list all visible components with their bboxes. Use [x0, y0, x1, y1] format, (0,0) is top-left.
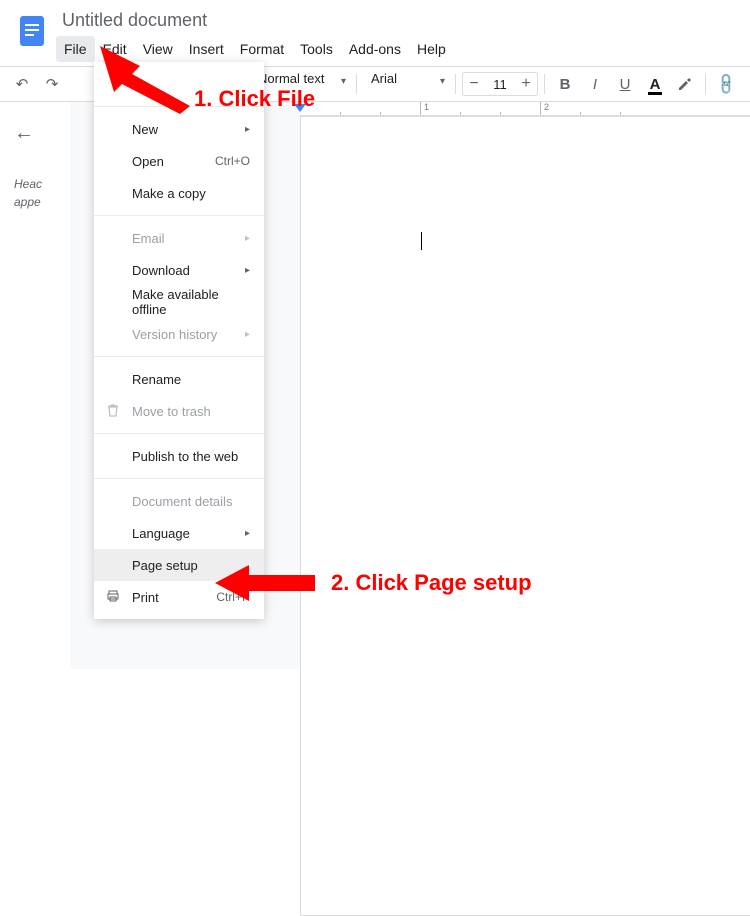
- menu-document-details: Document details: [94, 485, 264, 517]
- annotation-1: 1. Click File: [100, 46, 315, 116]
- outline-placeholder: Heac appe: [14, 175, 62, 211]
- file-menu-dropdown: Sl New▸ OpenCtrl+O Make a copy Email▸ Do…: [94, 62, 264, 619]
- print-icon: [106, 589, 120, 607]
- underline-button[interactable]: U: [611, 70, 639, 98]
- menu-separator: [94, 433, 264, 434]
- document-page[interactable]: [300, 116, 750, 916]
- text-cursor: [421, 232, 422, 250]
- toolbar-separator: [455, 74, 456, 94]
- menu-open[interactable]: OpenCtrl+O: [94, 145, 264, 177]
- menu-version-history: Version history▸: [94, 318, 264, 350]
- menu-make-copy[interactable]: Make a copy: [94, 177, 264, 209]
- font-select[interactable]: Arial: [363, 71, 449, 97]
- menu-download[interactable]: Download▸: [94, 254, 264, 286]
- font-size-input[interactable]: [485, 73, 515, 95]
- trash-icon: [106, 403, 120, 421]
- menu-new[interactable]: New▸: [94, 113, 264, 145]
- undo-button[interactable]: ↶: [8, 70, 36, 98]
- doc-title[interactable]: Untitled document: [56, 8, 454, 33]
- menu-offline[interactable]: Make available offline: [94, 286, 264, 318]
- highlight-button[interactable]: [671, 70, 699, 98]
- outline-panel: ← Heac appe: [0, 102, 70, 669]
- bold-button[interactable]: B: [551, 70, 579, 98]
- toolbar-separator: [356, 74, 357, 94]
- annotation-text: 1. Click File: [194, 86, 315, 112]
- annotation-text: 2. Click Page setup: [331, 570, 532, 596]
- italic-button[interactable]: I: [581, 70, 609, 98]
- arrow-icon: [100, 46, 200, 116]
- outline-back-button[interactable]: ←: [14, 122, 62, 145]
- annotation-2: 2. Click Page setup: [215, 565, 532, 601]
- toolbar-separator: [544, 74, 545, 94]
- menu-addons[interactable]: Add-ons: [341, 36, 409, 62]
- menu-separator: [94, 478, 264, 479]
- menu-publish[interactable]: Publish to the web: [94, 440, 264, 472]
- arrow-icon: [215, 565, 315, 601]
- menu-move-to-trash: Move to trash: [94, 395, 264, 427]
- font-size-group: − +: [462, 72, 538, 96]
- font-size-increase[interactable]: +: [515, 73, 537, 95]
- insert-link-button[interactable]: 🔗: [712, 70, 740, 98]
- toolbar-separator: [705, 74, 706, 94]
- menu-file[interactable]: File: [56, 36, 95, 62]
- menu-rename[interactable]: Rename: [94, 363, 264, 395]
- redo-button[interactable]: ↷: [38, 70, 66, 98]
- menu-separator: [94, 215, 264, 216]
- menu-language[interactable]: Language▸: [94, 517, 264, 549]
- menu-separator: [94, 356, 264, 357]
- docs-icon[interactable]: [14, 12, 50, 48]
- horizontal-ruler: 1 2: [300, 102, 750, 116]
- menu-email: Email▸: [94, 222, 264, 254]
- text-color-button[interactable]: A: [641, 70, 669, 98]
- font-size-decrease[interactable]: −: [463, 73, 485, 95]
- menu-help[interactable]: Help: [409, 36, 454, 62]
